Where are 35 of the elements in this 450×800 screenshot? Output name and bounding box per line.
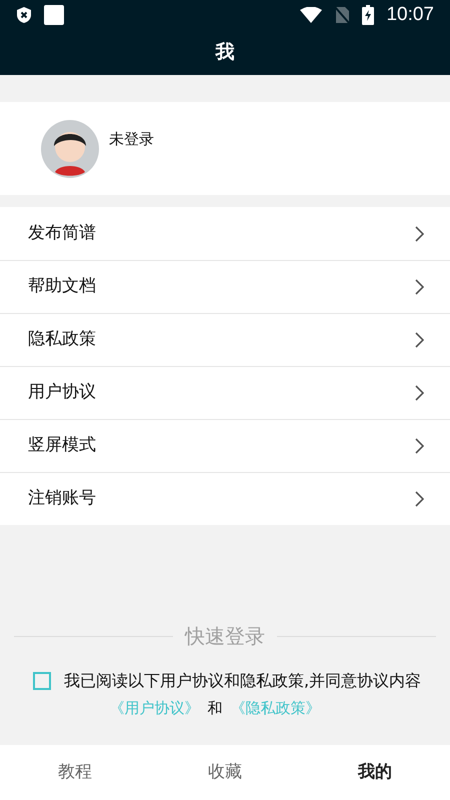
- menu-item[interactable]: 用户协议: [0, 366, 450, 419]
- menu-item[interactable]: 竖屏模式: [0, 419, 450, 472]
- login-status: 未登录: [109, 129, 154, 150]
- menu-label: 注销账号: [28, 487, 97, 510]
- menu-item[interactable]: 隐私政策: [0, 313, 450, 366]
- menu-label: 帮助文档: [28, 275, 97, 298]
- status-time: 10:07: [386, 2, 434, 27]
- page-title: 我: [216, 40, 234, 66]
- menu-label: 发布简谱: [28, 222, 97, 245]
- menu-label: 竖屏模式: [28, 434, 97, 458]
- menu-item[interactable]: 注销账号: [0, 472, 450, 525]
- quick-login-title: 快速登录: [185, 623, 265, 650]
- conjunction-text: 和: [208, 698, 222, 719]
- agree-checkbox[interactable]: [33, 672, 51, 690]
- avatar: [41, 120, 99, 178]
- chevron-icon: [415, 226, 424, 242]
- chevron-icon: [415, 332, 424, 348]
- menu-item[interactable]: 发布简谱: [0, 207, 450, 260]
- chevron-icon: [415, 438, 424, 454]
- agreement-text: 我已阅读以下用户协议和隐私政策,并同意协议内容: [64, 670, 422, 692]
- profile-card[interactable]: 未登录: [0, 102, 450, 195]
- nav-tab[interactable]: 收藏: [150, 745, 300, 800]
- nav-tab[interactable]: 教程: [0, 745, 150, 800]
- notification-icon: [44, 5, 64, 25]
- nav-tab[interactable]: 我的: [300, 745, 450, 800]
- menu-item[interactable]: 帮助文档: [0, 260, 450, 313]
- battery-icon: [362, 5, 374, 25]
- chevron-icon: [415, 279, 424, 295]
- chevron-icon: [415, 385, 424, 401]
- menu-label: 用户协议: [28, 381, 97, 404]
- menu-label: 隐私政策: [28, 328, 97, 352]
- shield-icon: [16, 6, 32, 24]
- chevron-icon: [415, 491, 424, 507]
- no-sim-icon: [334, 6, 350, 24]
- wifi-icon: [300, 7, 322, 23]
